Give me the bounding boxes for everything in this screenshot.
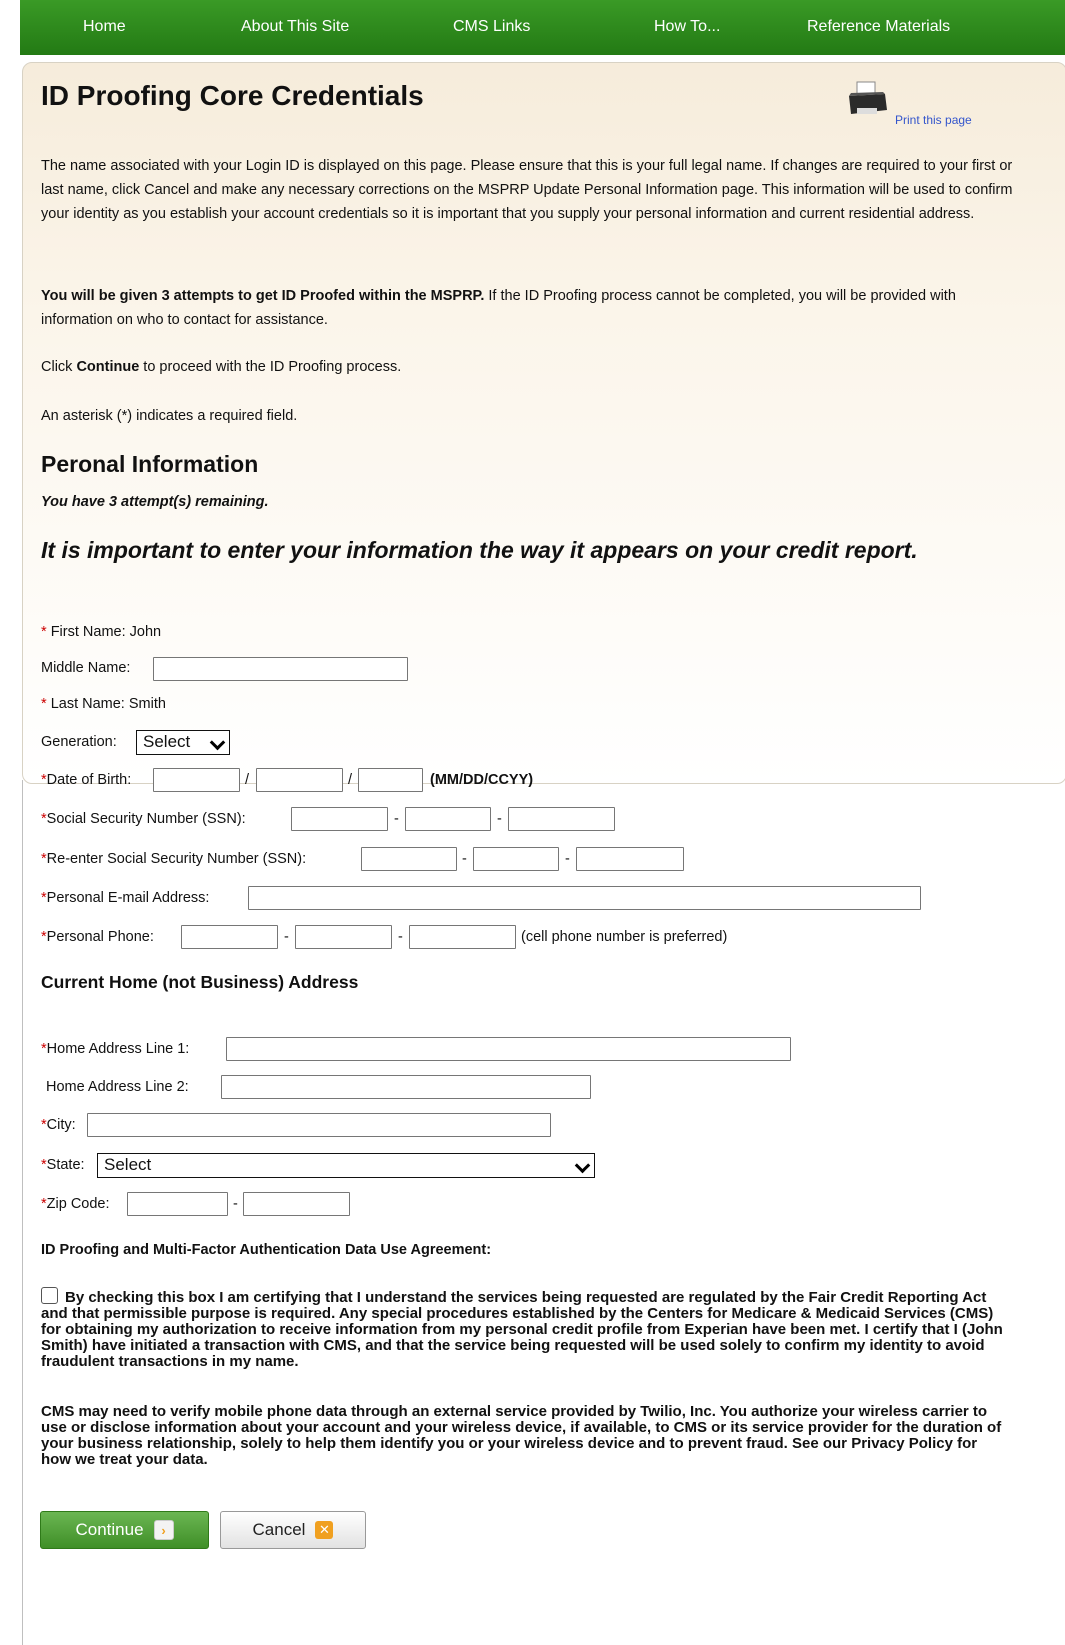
- agreement-text-1: By checking this box I am certifying tha…: [41, 1289, 1003, 1370]
- ssn-separator: -: [462, 851, 467, 867]
- intro-text: The name associated with your Login ID i…: [41, 158, 1013, 222]
- instr-bold: Continue: [76, 359, 140, 375]
- email-label-row: *Personal E-mail Address:: [41, 890, 209, 906]
- phone-note: (cell phone number is preferred): [521, 929, 728, 945]
- address-heading: Current Home (not Business) Address: [41, 972, 359, 992]
- attempts-bold: You will be given 3 attempts to get ID P…: [41, 288, 485, 304]
- dob-label: Date of Birth:: [46, 772, 132, 788]
- generation-value: Select: [143, 732, 191, 751]
- dob-label-row: *Date of Birth:: [41, 772, 131, 788]
- state-label-row: *State:: [41, 1157, 85, 1173]
- top-nav: Home About This Site CMS Links How To...…: [20, 0, 1065, 55]
- address1-label-row: *Home Address Line 1:: [41, 1041, 189, 1057]
- phone-part2-input[interactable]: [295, 925, 392, 949]
- chevron-down-icon: [209, 734, 226, 751]
- city-label: City:: [46, 1117, 76, 1133]
- attempts-remaining: You have 3 attempt(s) remaining.: [41, 494, 269, 510]
- ssn-separator: -: [394, 811, 399, 827]
- city-label-row: *City:: [41, 1117, 76, 1133]
- attempts-paragraph: You will be given 3 attempts to get ID P…: [41, 284, 1016, 332]
- ssn-reenter-part1-input[interactable]: [361, 847, 457, 871]
- ssn-part2-input[interactable]: [405, 807, 491, 831]
- required-marker: *: [41, 624, 47, 640]
- instr-post: to proceed with the ID Proofing process.: [139, 359, 402, 375]
- ssn-reenter-label: Re-enter Social Security Number (SSN):: [46, 851, 307, 867]
- dob-separator: /: [245, 772, 250, 788]
- asterisk-note: An asterisk (*) indicates a required fie…: [41, 408, 298, 424]
- zip-part1-input[interactable]: [127, 1192, 228, 1216]
- ssn-reenter-label-row: *Re-enter Social Security Number (SSN):: [41, 851, 306, 867]
- state-label: State:: [46, 1157, 85, 1173]
- last-name-row: * Last Name: Smith: [41, 696, 166, 712]
- continue-label: Continue: [75, 1520, 144, 1539]
- phone-label-row: *Personal Phone:: [41, 929, 154, 945]
- email-input[interactable]: [248, 886, 921, 910]
- page-title: ID Proofing Core Credentials: [41, 80, 424, 111]
- nav-home[interactable]: Home: [83, 18, 126, 36]
- address2-label: Home Address Line 2:: [46, 1079, 189, 1095]
- continue-button[interactable]: Continue ›: [40, 1511, 209, 1549]
- first-name-label: First Name: John: [50, 624, 162, 640]
- ssn-label-row: *Social Security Number (SSN):: [41, 811, 246, 827]
- agreement-heading: ID Proofing and Multi-Factor Authenticat…: [41, 1242, 492, 1258]
- last-name-label: Last Name: Smith: [50, 696, 166, 712]
- arrow-right-icon: ›: [153, 1520, 174, 1540]
- zip-label: Zip Code:: [46, 1196, 110, 1212]
- address-line1-input[interactable]: [226, 1037, 791, 1061]
- continue-instruction: Click Continue to proceed with the ID Pr…: [41, 355, 401, 379]
- printer-icon[interactable]: [845, 80, 889, 120]
- middle-name-label: Middle Name:: [41, 660, 131, 676]
- dob-year-input[interactable]: [358, 768, 423, 792]
- instr-pre: Click: [41, 359, 77, 375]
- phone-part3-input[interactable]: [409, 925, 516, 949]
- chevron-down-icon: [574, 1157, 591, 1174]
- ssn-reenter-part2-input[interactable]: [473, 847, 559, 871]
- address-line2-input[interactable]: [221, 1075, 591, 1099]
- generation-select[interactable]: Select: [136, 730, 230, 755]
- cancel-label: Cancel: [252, 1520, 306, 1539]
- nav-reference[interactable]: Reference Materials: [807, 18, 950, 36]
- close-icon: ✕: [315, 1521, 334, 1539]
- ssn-part1-input[interactable]: [291, 807, 388, 831]
- cancel-button[interactable]: Cancel ✕: [220, 1511, 366, 1549]
- zip-label-row: *Zip Code:: [41, 1196, 110, 1212]
- agreement-text-2: CMS may need to verify mobile phone data…: [41, 1403, 1002, 1468]
- email-label: Personal E-mail Address:: [46, 890, 210, 906]
- dob-separator: /: [348, 772, 353, 788]
- personal-heading: Peronal Information: [41, 451, 259, 477]
- ssn-label: Social Security Number (SSN):: [46, 811, 246, 827]
- nav-how-to[interactable]: How To...: [654, 18, 720, 36]
- phone-separator: -: [398, 929, 403, 945]
- state-value: Select: [104, 1155, 152, 1174]
- generation-label: Generation:: [41, 734, 117, 750]
- ssn-part3-input[interactable]: [508, 807, 615, 831]
- ssn-reenter-part3-input[interactable]: [576, 847, 684, 871]
- zip-separator: -: [233, 1196, 238, 1212]
- print-link[interactable]: Print this page: [895, 113, 972, 127]
- page-border: [22, 780, 23, 1645]
- state-select[interactable]: Select: [97, 1153, 595, 1178]
- address1-label: Home Address Line 1:: [46, 1041, 190, 1057]
- middle-name-input[interactable]: [153, 657, 408, 681]
- dob-month-input[interactable]: [153, 768, 240, 792]
- phone-part1-input[interactable]: [181, 925, 278, 949]
- ssn-separator: -: [497, 811, 502, 827]
- nav-about[interactable]: About This Site: [241, 18, 349, 36]
- required-marker: *: [41, 696, 47, 712]
- first-name-row: * First Name: John: [41, 624, 161, 640]
- nav-cms-links[interactable]: CMS Links: [453, 18, 530, 36]
- ssn-separator: -: [565, 851, 570, 867]
- intro-paragraph: The name associated with your Login ID i…: [41, 154, 1016, 226]
- dob-format: (MM/DD/CCYY): [430, 772, 534, 788]
- credit-report-note: It is important to enter your informatio…: [41, 537, 918, 563]
- city-input[interactable]: [87, 1113, 551, 1137]
- phone-separator: -: [284, 929, 289, 945]
- phone-label: Personal Phone:: [46, 929, 154, 945]
- zip-part2-input[interactable]: [243, 1192, 350, 1216]
- dob-day-input[interactable]: [256, 768, 343, 792]
